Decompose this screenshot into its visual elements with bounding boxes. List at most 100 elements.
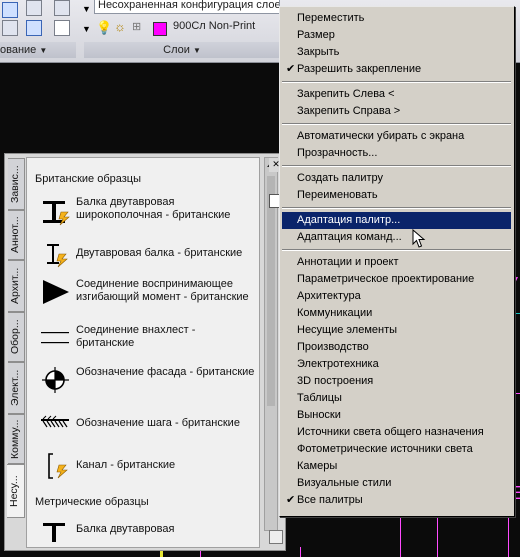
scroll-thumb[interactable] <box>267 176 275 406</box>
layer-config-combo[interactable]: Несохраненная конфигурация слое <box>94 0 280 14</box>
menu-item-label: Автоматически убирать с экрана <box>297 130 465 142</box>
grid-tool-icon[interactable] <box>2 2 18 18</box>
tab-architecture[interactable]: Архит... <box>8 260 25 312</box>
menu-item-label: Камеры <box>297 460 338 472</box>
menu-item[interactable]: Закрепить Слева < <box>282 86 511 103</box>
ribbon-arrow-icon[interactable]: ▼ <box>82 24 91 34</box>
menu-item[interactable]: Размер <box>282 27 511 44</box>
menu-item-label: Аннотации и проект <box>297 256 399 268</box>
drawing-line <box>508 517 509 557</box>
menu-item[interactable]: Автоматически убирать с экрана <box>282 128 511 145</box>
sun-icon[interactable]: ☼ <box>114 19 126 34</box>
tab-electrical[interactable]: Элект... <box>8 362 25 414</box>
mirror-tool-icon[interactable] <box>26 0 42 16</box>
menu-item-label: Закрыть <box>297 46 340 58</box>
tool-i-beam[interactable]: Двутавровая балка - британские <box>41 238 255 270</box>
tool-i-beam-metric[interactable]: Балка двутавровая <box>41 518 255 547</box>
menu-item[interactable]: Архитектура <box>282 288 511 305</box>
drawing-line <box>300 547 301 557</box>
menu-item[interactable]: Параметрическое проектирование <box>282 271 511 288</box>
menu-item[interactable]: Прозрачность... <box>282 145 511 162</box>
menu-item[interactable]: Фотометрические источники света <box>282 441 511 458</box>
menu-item[interactable]: Переименовать <box>282 187 511 204</box>
checkmark-icon: ✔ <box>286 494 296 506</box>
menu-item-label: Таблицы <box>297 392 342 404</box>
tool-palette: Завис... Аннот... Архит... Обор... Элект… <box>4 153 286 551</box>
lock-icon[interactable]: ⊞ <box>132 20 141 33</box>
tool-label: Балка двутавровая широкополочная - брита… <box>76 196 231 221</box>
mouse-pointer-icon <box>412 229 426 248</box>
menu-item-label: Производство <box>297 341 369 353</box>
menu-item-label: Несущие элементы <box>297 324 398 336</box>
palette-scrollbar[interactable] <box>264 157 278 531</box>
menu-item[interactable]: Закрепить Справа > <box>282 103 511 120</box>
tool-moment-connection[interactable]: Соединение воспринимающее изгибающий мом… <box>41 276 255 308</box>
menu-item-label: Параметрическое проектирование <box>297 273 475 285</box>
menu-item[interactable]: Адаптация палитр... <box>282 212 511 229</box>
tool-label: Канал - британские <box>76 459 176 471</box>
menu-item-label: Фотометрические источники света <box>297 443 473 455</box>
chevron-down-icon[interactable]: ▼ <box>193 46 201 55</box>
scale-tool-icon[interactable] <box>2 20 18 36</box>
menu-item[interactable]: ✔ Все палитры <box>282 492 511 509</box>
tab-annotation[interactable]: Аннот... <box>8 210 25 260</box>
palette-menu-icon[interactable] <box>269 530 283 544</box>
menu-item-label: Адаптация команд... <box>297 231 402 243</box>
tool-pitch-mark[interactable]: Обозначение шага - британские <box>41 408 255 440</box>
tab-dependencies[interactable]: Завис... <box>8 158 25 210</box>
menu-item[interactable]: Электротехника <box>282 356 511 373</box>
menu-item[interactable]: ✔ Разрешить закрепление <box>282 61 511 78</box>
palette-context-menu: Переместить Размер Закрыть ✔ Разрешить закре… <box>279 6 515 517</box>
menu-item[interactable]: Камеры <box>282 458 511 475</box>
tab-equipment[interactable]: Обор... <box>8 312 25 362</box>
i-beam-small-icon <box>47 244 68 268</box>
elevation-mark-icon <box>42 367 69 393</box>
menu-item[interactable]: Создать палитру <box>282 170 511 187</box>
tab-utilities[interactable]: Комму... <box>8 414 25 464</box>
ribbon-panel-title-layers[interactable]: Слои ▼ <box>84 42 280 58</box>
ribbon-arrow-icon[interactable]: ▼ <box>82 4 91 14</box>
menu-item[interactable]: Коммуникации <box>282 305 511 322</box>
menu-item-label: Переместить <box>297 12 365 24</box>
line-type-icon[interactable] <box>54 0 70 16</box>
lap-joint-icon <box>41 332 69 344</box>
tool-elevation-mark[interactable]: Обозначение фасада - британские <box>41 364 255 396</box>
menu-item-label: Архитектура <box>297 290 361 302</box>
menu-item-label: Коммуникации <box>297 307 373 319</box>
palette-tabs: Завис... Аннот... Архит... Обор... Элект… <box>6 158 25 548</box>
menu-item[interactable]: Переместить <box>282 10 511 27</box>
menu-item-label: Визуальные стили <box>297 477 392 489</box>
menu-item[interactable]: Адаптация команд... <box>282 229 511 246</box>
fillet-tool-icon[interactable] <box>54 20 70 36</box>
moment-connection-icon <box>43 280 69 304</box>
drawing-line <box>400 517 510 518</box>
menu-item[interactable]: Выноски <box>282 407 511 424</box>
section-header-british: Британские образцы <box>35 173 141 185</box>
menu-item[interactable]: Визуальные стили <box>282 475 511 492</box>
menu-item[interactable]: Производство <box>282 339 511 356</box>
bulb-icon[interactable]: 💡 <box>96 20 112 36</box>
menu-item-label: Переименовать <box>297 189 378 201</box>
menu-item-label: Разрешить закрепление <box>297 63 422 75</box>
palette-content: Британские образцы Балка двутавровая шир… <box>26 157 260 548</box>
menu-separator <box>282 207 511 209</box>
chevron-down-icon[interactable]: ▼ <box>39 46 47 55</box>
ribbon-panel-title-left[interactable]: ование ▼ <box>0 42 76 58</box>
menu-item-label: Создать палитру <box>297 172 384 184</box>
menu-item[interactable]: Источники света общего назначения <box>282 424 511 441</box>
menu-item-label: Все палитры <box>297 494 363 506</box>
menu-item[interactable]: Несущие элементы <box>282 322 511 339</box>
layer-combo[interactable]: 900Сл Non-Print <box>170 18 280 36</box>
tool-lap-joint[interactable]: Соединение внахлест - британские <box>41 322 255 354</box>
tool-label: Балка двутавровая <box>76 523 175 535</box>
tool-channel[interactable]: Канал - британские <box>41 450 255 482</box>
array-tool-icon[interactable] <box>26 20 42 36</box>
menu-item[interactable]: Таблицы <box>282 390 511 407</box>
menu-item-label: Адаптация палитр... <box>297 214 401 226</box>
menu-item[interactable]: 3D построения <box>282 373 511 390</box>
menu-item[interactable]: Аннотации и проект <box>282 254 511 271</box>
section-header-metric: Метрические образцы <box>35 496 149 508</box>
menu-item[interactable]: Закрыть <box>282 44 511 61</box>
tab-structural[interactable]: Несу... <box>7 464 25 518</box>
tool-wide-flange-beam[interactable]: Балка двутавровая широкополочная - брита… <box>41 196 255 228</box>
